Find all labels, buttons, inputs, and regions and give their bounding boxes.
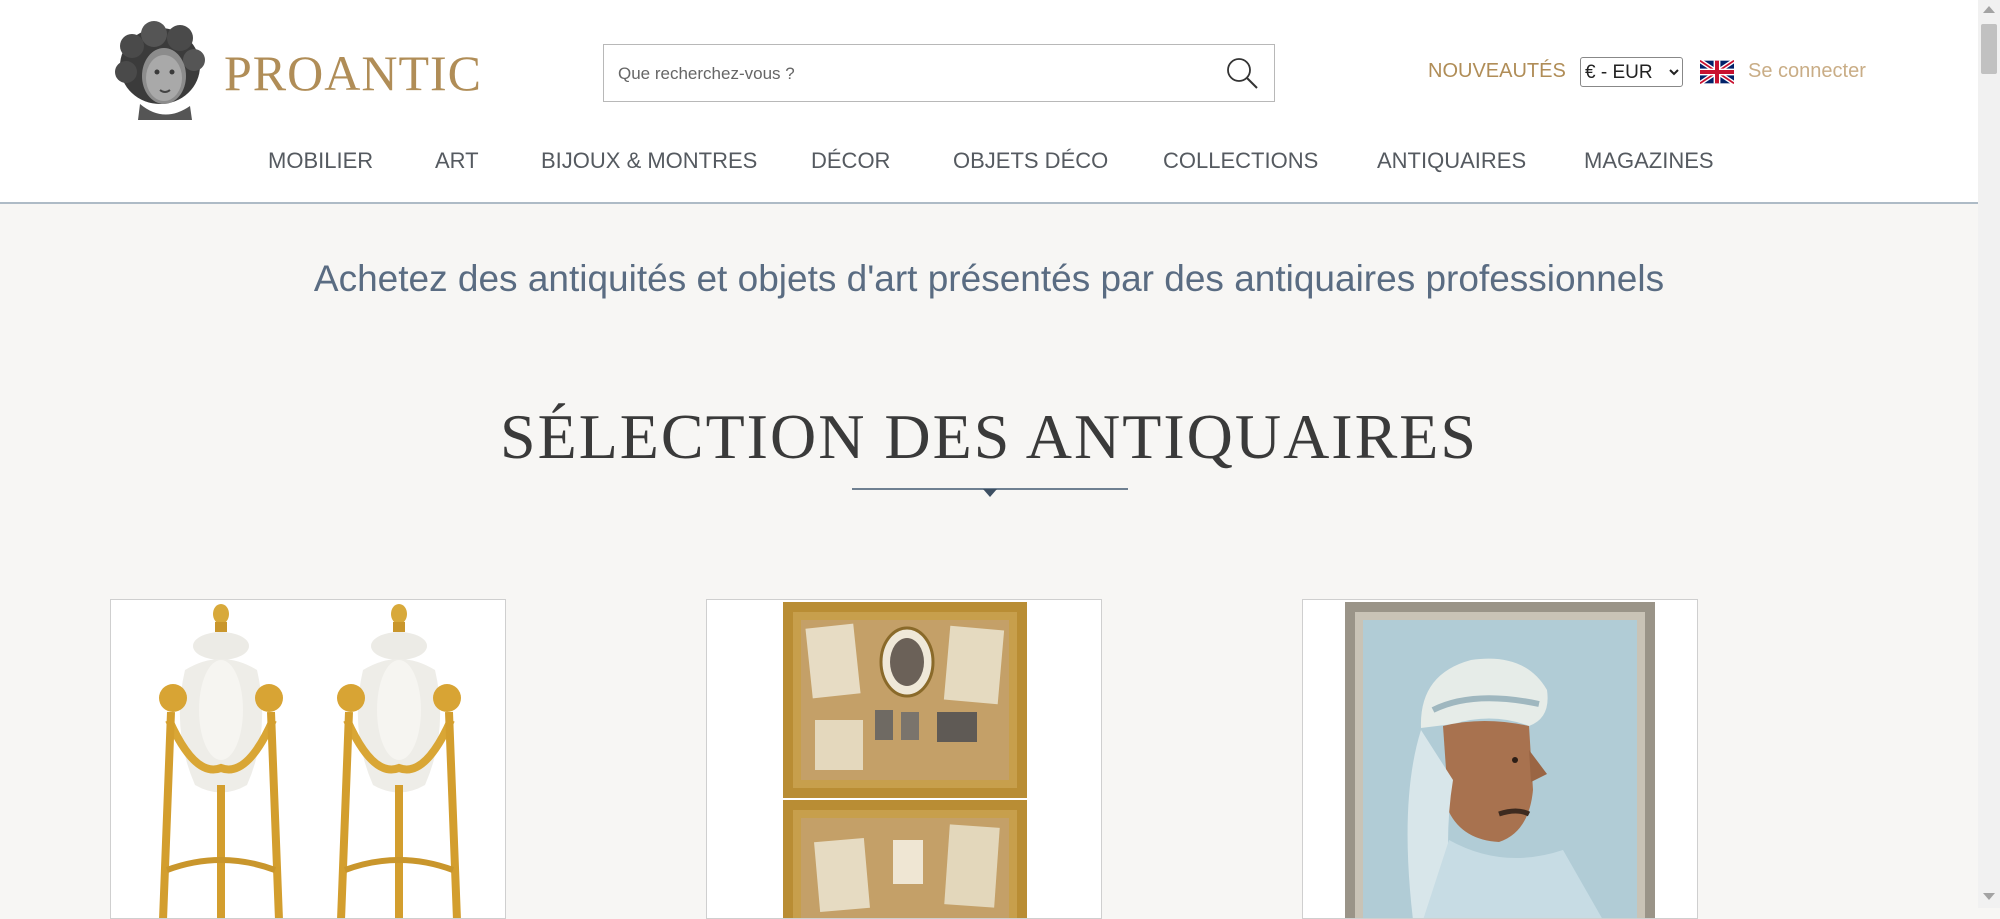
nouveautes-link[interactable]: NOUVEAUTÉS xyxy=(1428,60,1566,83)
site-header: PROANTIC NOUVEAUTÉS € - EUR Se connecter… xyxy=(0,0,1978,204)
product-card-vases[interactable] xyxy=(110,599,506,919)
nav-item-antiquaires[interactable]: ANTIQUAIRES xyxy=(1377,148,1526,174)
turban-portrait-image[interactable] xyxy=(1303,600,1698,919)
nav-item-objets-deco[interactable]: OBJETS DÉCO xyxy=(953,148,1108,174)
main-nav: MOBILIER ART BIJOUX & MONTRES DÉCOR OBJE… xyxy=(0,148,1978,178)
login-link[interactable]: Se connecter xyxy=(1748,60,1866,83)
scroll-up-arrow-icon[interactable] xyxy=(1983,6,1995,13)
logo-text[interactable]: PROANTIC xyxy=(224,44,482,102)
page-scrollbar[interactable] xyxy=(1978,0,2000,908)
nav-item-decor[interactable]: DÉCOR xyxy=(811,148,890,174)
nav-item-mobilier[interactable]: MOBILIER xyxy=(268,148,373,174)
vase-pair-image[interactable] xyxy=(111,600,506,919)
search-input[interactable] xyxy=(616,45,1200,103)
search-box xyxy=(603,44,1275,103)
nav-item-art[interactable]: ART xyxy=(435,148,479,174)
page-tagline: Achetez des antiquités et objets d'art p… xyxy=(313,258,1665,299)
product-card-trompe-loeil[interactable] xyxy=(706,599,1102,919)
divider-arrow-icon xyxy=(983,489,997,497)
trompe-loeil-frames-image[interactable] xyxy=(707,600,1102,919)
scroll-down-arrow-icon[interactable] xyxy=(1983,893,1995,900)
search-icon[interactable] xyxy=(1224,55,1260,91)
scrollbar-thumb[interactable] xyxy=(1981,24,1997,74)
uk-flag-icon[interactable] xyxy=(1700,60,1734,84)
logo-bust-icon[interactable] xyxy=(110,20,210,124)
product-card-turban-portrait[interactable] xyxy=(1302,599,1698,919)
nav-item-collections[interactable]: COLLECTIONS xyxy=(1163,148,1318,174)
nav-item-bijoux-montres[interactable]: BIJOUX & MONTRES xyxy=(541,148,757,174)
section-title: SÉLECTION DES ANTIQUAIRES xyxy=(500,401,1478,472)
nav-item-magazines[interactable]: MAGAZINES xyxy=(1584,148,1714,174)
currency-select[interactable]: € - EUR xyxy=(1580,57,1683,87)
